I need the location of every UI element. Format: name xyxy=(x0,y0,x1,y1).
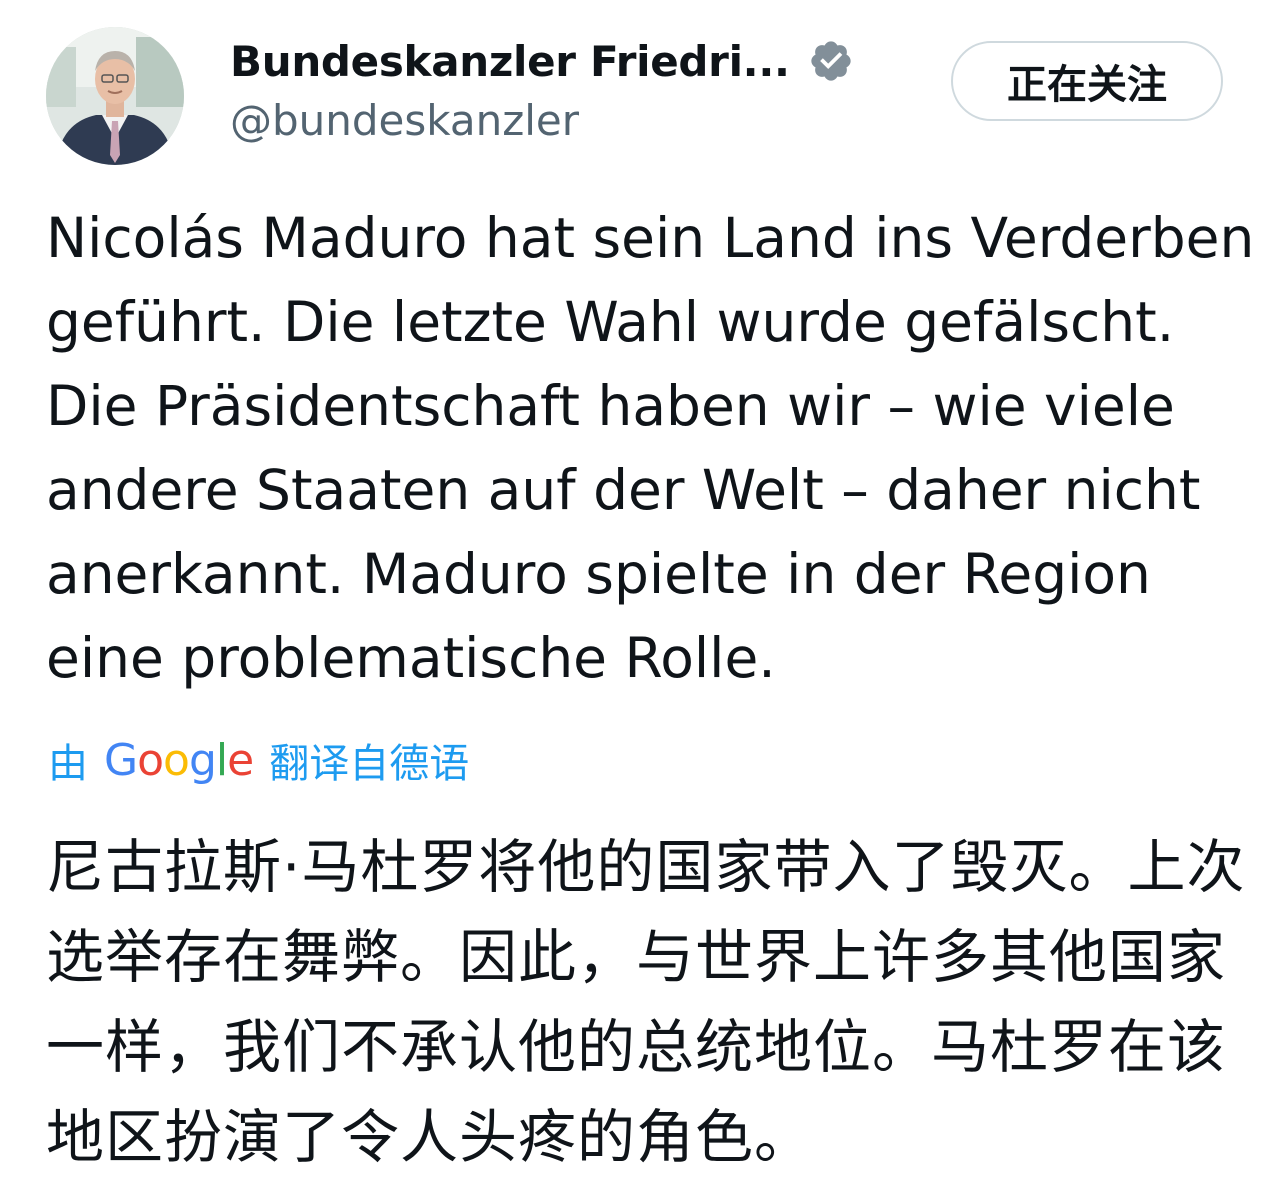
google-letter: o xyxy=(137,734,164,786)
translation-prefix: 由 xyxy=(48,741,88,787)
tweet-text: Nicolás Maduro hat sein Land ins Verderb… xyxy=(46,206,1255,690)
translation-attribution[interactable]: 由 Google 翻译自德语 xyxy=(48,728,469,792)
avatar-portrait-icon xyxy=(46,27,184,165)
google-letter: G xyxy=(104,734,138,786)
translation-suffix: 翻译自德语 xyxy=(269,741,470,787)
google-letter: e xyxy=(227,734,254,786)
verified-badge-icon[interactable] xyxy=(808,38,854,84)
author-handle[interactable]: @bundeskanzler xyxy=(230,96,579,145)
avatar[interactable] xyxy=(46,27,184,165)
google-letter: g xyxy=(188,734,217,786)
author-display-name[interactable]: Bundeskanzler Friedri... xyxy=(230,37,790,86)
google-letter: l xyxy=(215,734,228,786)
tweet: Bundeskanzler Friedri... @bundeskanzler … xyxy=(0,0,1280,1177)
translated-tweet-text: 尼古拉斯·马杜罗将他的国家带入了毁灭。上次选举存在舞弊。因此，与世界上许多其他国… xyxy=(46,833,1246,1171)
following-button[interactable]: 正在关注 xyxy=(951,41,1223,121)
author-name-row[interactable]: Bundeskanzler Friedri... xyxy=(230,30,854,92)
google-wordmark: Google xyxy=(104,734,254,786)
google-letter: o xyxy=(163,734,190,786)
google-logo: Google xyxy=(104,734,254,786)
